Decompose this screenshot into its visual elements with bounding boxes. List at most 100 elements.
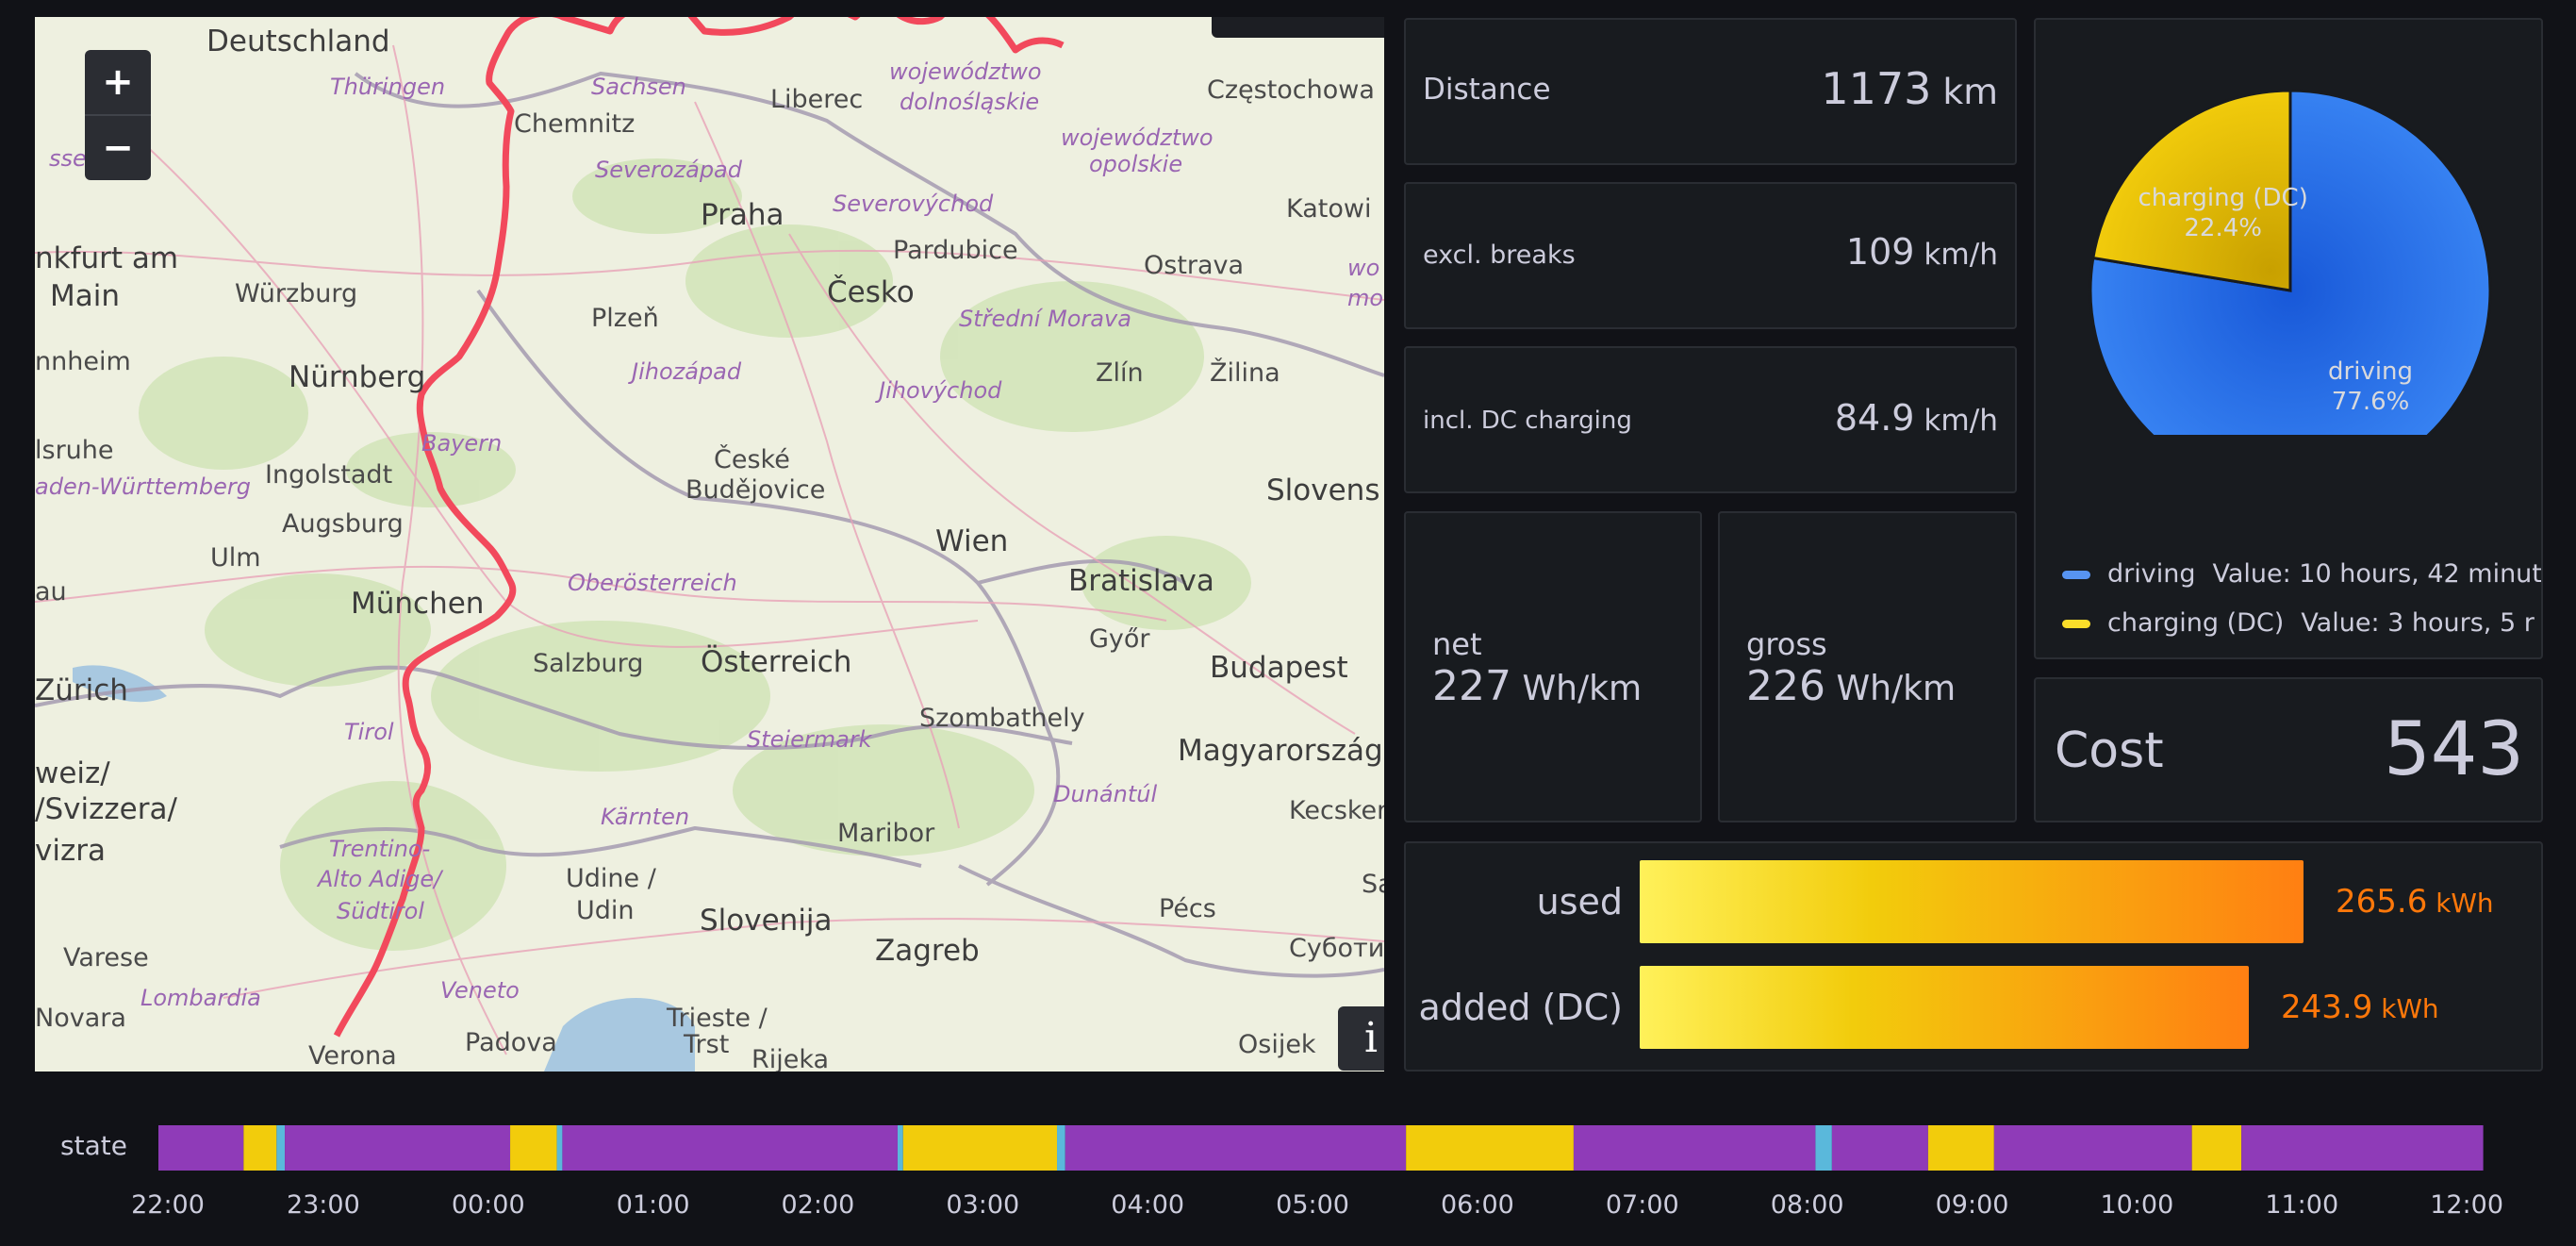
map-place-label: Jihovýchod bbox=[879, 377, 1002, 404]
map-place-label: Südtirol bbox=[337, 898, 424, 924]
cost-label: Cost bbox=[2055, 723, 2164, 779]
map-place-label: Jihozápad bbox=[632, 358, 742, 385]
incl-dc-label: incl. DC charging bbox=[1423, 407, 1632, 435]
route-map[interactable]: Deutschland Thüringen Sachsen Liberec wojewó… bbox=[35, 17, 1384, 1072]
map-place-label: Deutschland bbox=[206, 25, 390, 58]
legend-value: Value: 3 hours, 5 r bbox=[2301, 608, 2535, 638]
pie-chart: driving77.6% charging (DC)22.4% bbox=[2089, 89, 2492, 435]
map-place-label: Pécs bbox=[1159, 894, 1216, 923]
map-place-label: Szombathely bbox=[919, 704, 1085, 733]
pie-slice-label: charging (DC) bbox=[2138, 184, 2307, 212]
timeline-segment-charging[interactable] bbox=[2191, 1125, 2242, 1171]
map-place-label: Ulm bbox=[210, 543, 261, 573]
map-place-label: mo bbox=[1347, 285, 1384, 311]
timeline-tick-label: 05:00 bbox=[1276, 1190, 1349, 1220]
energy-panel: used 265.6 kWh added (DC) 243.9 kWh bbox=[1404, 841, 2543, 1072]
energy-bar bbox=[1640, 860, 2304, 943]
distance-value: 1173 km bbox=[1821, 63, 1998, 114]
distance-unit: km bbox=[1931, 71, 1998, 112]
speed-excl-breaks-panel: excl. breaks 109 km/h bbox=[1404, 182, 2017, 329]
map-place-label: Chemnitz bbox=[514, 109, 636, 139]
map-place-label: Osijek bbox=[1238, 1030, 1316, 1059]
timeline-segment-charging[interactable] bbox=[243, 1125, 277, 1171]
legend-item[interactable]: charging (DC) Value: 3 hours, 5 r bbox=[2062, 608, 2535, 638]
timeline-segment-driving[interactable] bbox=[1573, 1125, 1816, 1171]
incl-dc-unit: km/h bbox=[1914, 404, 1998, 438]
timeline-segment-charging[interactable] bbox=[1927, 1125, 1994, 1171]
timeline-tick-label: 10:00 bbox=[2100, 1190, 2174, 1220]
map-place-label: Bratislava bbox=[1068, 564, 1214, 598]
map-place-label: Oberösterreich bbox=[568, 570, 737, 596]
map-place-label: Bayern bbox=[421, 430, 503, 457]
map-place-label: Slovens bbox=[1266, 473, 1380, 507]
timeline-segment-driving[interactable] bbox=[1993, 1125, 2192, 1171]
timeline-segment-charging[interactable] bbox=[902, 1125, 1058, 1171]
map-place-label: Zagreb bbox=[875, 934, 980, 968]
timeline-segment-driving[interactable] bbox=[562, 1125, 898, 1171]
legend-swatch bbox=[2062, 620, 2090, 628]
timeline-segment-driving[interactable] bbox=[2241, 1125, 2484, 1171]
map-place-label: dolnośląskie bbox=[900, 89, 1040, 115]
zoom-out-button[interactable]: − bbox=[85, 116, 151, 180]
map-place-label: wo bbox=[1347, 255, 1380, 281]
timeline-tick-label: 04:00 bbox=[1111, 1190, 1185, 1220]
map-header-tab[interactable] bbox=[1212, 17, 1384, 38]
timeline-tick-label: 22:00 bbox=[131, 1190, 205, 1220]
energy-number: 265.6 bbox=[2336, 883, 2428, 921]
timeline-segment-other[interactable] bbox=[1057, 1125, 1065, 1171]
legend-item[interactable]: driving Value: 10 hours, 42 minut bbox=[2062, 559, 2541, 589]
timeline-segment-charging[interactable] bbox=[1406, 1125, 1574, 1171]
map-place-label: Rijeka bbox=[751, 1045, 830, 1072]
timeline-tick-label: 02:00 bbox=[781, 1190, 855, 1220]
map-place-label: Salzburg bbox=[533, 649, 644, 678]
map-place-label: Sa bbox=[1362, 870, 1384, 899]
pie-slice-percent: 22.4% bbox=[2184, 214, 2262, 242]
timeline-segment-driving[interactable] bbox=[1065, 1125, 1407, 1171]
timeline-label: state bbox=[60, 1130, 127, 1161]
gross-label: gross bbox=[1746, 626, 1827, 662]
map-place-label: Győr bbox=[1089, 624, 1150, 654]
map-place-label: Slovenija bbox=[700, 904, 833, 938]
zoom-in-button[interactable]: + bbox=[85, 50, 151, 116]
gross-unit: Wh/km bbox=[1825, 669, 1957, 708]
timeline-segment-other[interactable] bbox=[276, 1125, 286, 1171]
map-place-label: Steiermark bbox=[747, 726, 872, 753]
gross-consumption-panel: gross 226 Wh/km bbox=[1718, 511, 2017, 822]
map-place-label: Kecsken bbox=[1289, 796, 1384, 825]
map-place-label: Trentino- bbox=[329, 836, 431, 862]
map-place-label: /Svizzera/ bbox=[35, 792, 177, 826]
map-place-label: Trieste / bbox=[667, 1004, 768, 1033]
gross-number: 226 bbox=[1746, 662, 1825, 710]
map-info-button[interactable]: i bbox=[1338, 1006, 1384, 1071]
energy-bar-value: 243.9 kWh bbox=[2281, 988, 2439, 1026]
timeline-tick-label: 09:00 bbox=[1935, 1190, 2009, 1220]
timeline-tick-label: 06:00 bbox=[1441, 1190, 1514, 1220]
map-place-label: województwo bbox=[889, 58, 1042, 85]
energy-bar-value: 265.6 kWh bbox=[2336, 883, 2494, 921]
map-place-label: Суботи bbox=[1289, 934, 1384, 963]
timeline-segment-driving[interactable] bbox=[158, 1125, 244, 1171]
map-place-label: Tirol bbox=[344, 719, 394, 745]
map-place-label: Alto Adige/ bbox=[318, 866, 442, 892]
map-place-label: Augsburg bbox=[282, 509, 404, 539]
energy-bar-label: used bbox=[1536, 881, 1623, 922]
map-place-label: Plzeň bbox=[591, 304, 659, 333]
timeline-segment-other[interactable] bbox=[556, 1125, 563, 1171]
map-place-label: Nürnberg bbox=[289, 360, 426, 394]
map-place-label: Katowi bbox=[1286, 194, 1372, 224]
distance-panel: Distance 1173 km bbox=[1404, 18, 2017, 165]
timeline-segment-other[interactable] bbox=[897, 1125, 903, 1171]
net-consumption-panel: net 227 Wh/km bbox=[1404, 511, 1702, 822]
map-place-label: Udin bbox=[576, 896, 635, 925]
map-place-label: au bbox=[35, 577, 67, 606]
map-place-label: München bbox=[351, 587, 485, 621]
state-timeline[interactable] bbox=[158, 1125, 2502, 1171]
zoom-control: + − bbox=[85, 50, 151, 180]
timeline-segment-other[interactable] bbox=[1815, 1125, 1832, 1171]
map-place-label: Würzburg bbox=[235, 279, 358, 308]
timeline-segment-driving[interactable] bbox=[1831, 1125, 1928, 1171]
timeline-segment-driving[interactable] bbox=[285, 1125, 511, 1171]
timeline-tick-label: 01:00 bbox=[616, 1190, 690, 1220]
map-place-label: Střední Morava bbox=[959, 306, 1131, 332]
timeline-segment-charging[interactable] bbox=[510, 1125, 557, 1171]
